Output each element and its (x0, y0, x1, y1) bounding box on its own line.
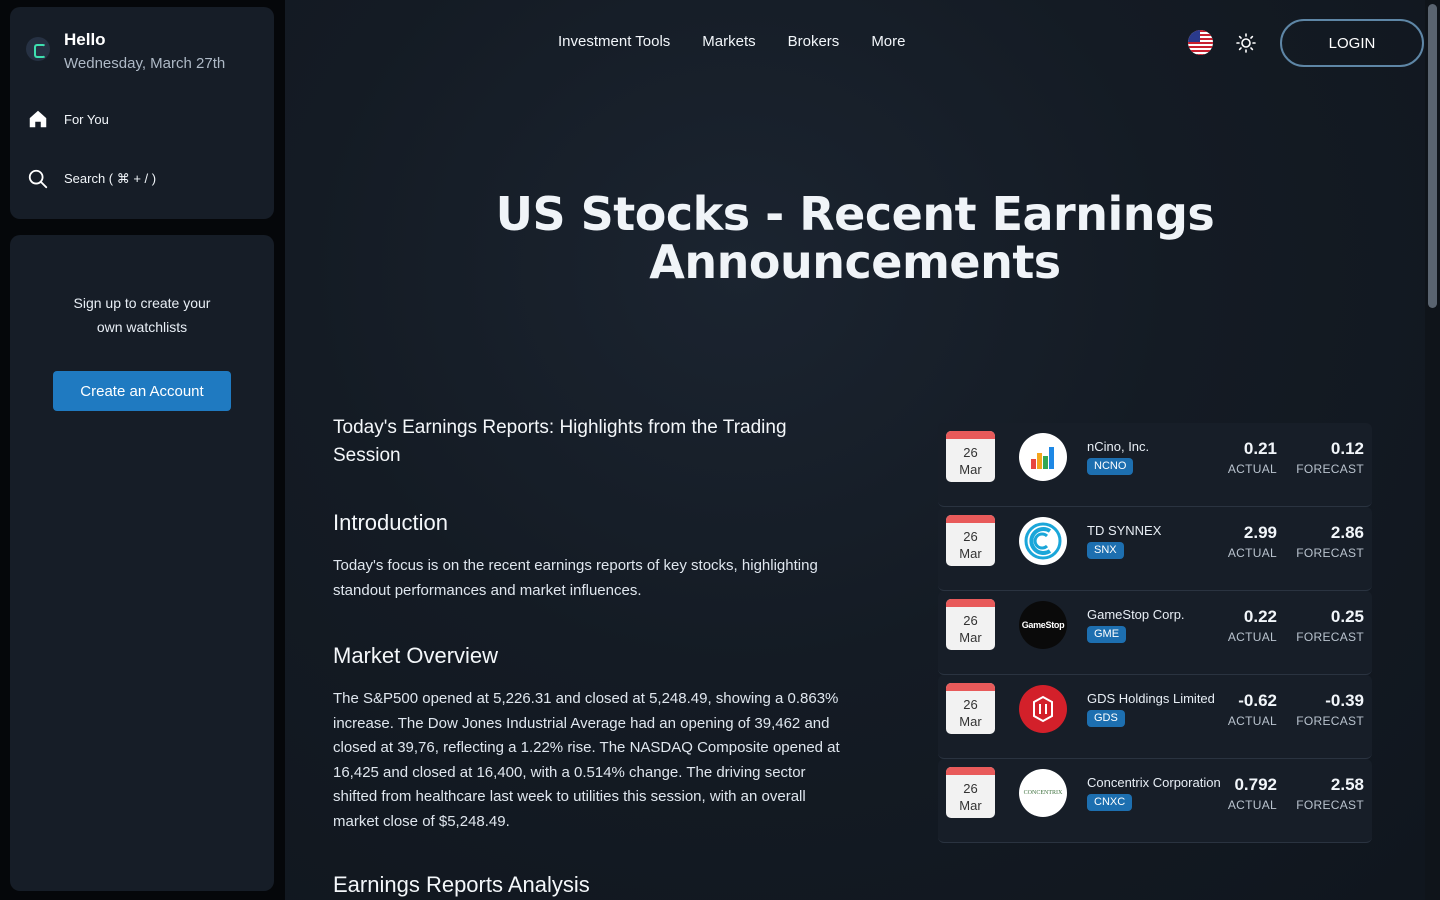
earnings-analysis-heading: Earnings Reports Analysis (333, 872, 590, 897)
forecast-label: FORECAST (1296, 462, 1364, 476)
greeting-text: Hello Wednesday, March 27th (64, 29, 225, 72)
forecast-label: FORECAST (1296, 546, 1364, 560)
sidebar-item-label: Search ( ⌘ + / ) (64, 171, 157, 186)
sidebar-item-for-you[interactable]: For You (26, 107, 109, 131)
app-logo-icon[interactable] (26, 37, 50, 61)
forecast-label: FORECAST (1296, 714, 1364, 728)
calendar-date: 26 Mar (946, 683, 995, 734)
login-button[interactable]: LOGIN (1280, 19, 1424, 67)
actual-value: 0.21 (1243, 439, 1277, 458)
actual-label: ACTUAL (1227, 546, 1277, 560)
ticker-badge: CNXC (1087, 794, 1133, 811)
menu-investment-tools[interactable]: Investment Tools (558, 33, 670, 50)
earnings-row[interactable]: 26 Mar TD SYNNEX SNX 2.99 2.86 ACTUAL FO… (938, 507, 1372, 591)
date-day: 26 (963, 613, 978, 628)
signup-prompt: Sign up to create your own watchlists (73, 295, 211, 335)
menu-brokers[interactable]: Brokers (788, 33, 840, 50)
greeting-card: Hello Wednesday, March 27th For You Sear… (10, 7, 274, 219)
date-day: 26 (963, 697, 978, 712)
date-day: 26 (963, 529, 978, 544)
ncino-logo (1019, 433, 1067, 481)
create-account-button[interactable]: Create an Account (53, 371, 231, 411)
article: Today's Earnings Reports: Highlights fro… (333, 414, 843, 898)
earnings-list: 26 Mar nCino, Inc. NCNO 0.21 0.12 ACTUAL… (938, 423, 1372, 843)
actual-label: ACTUAL (1227, 714, 1277, 728)
forecast-value: 2.58 (1330, 775, 1364, 794)
forecast-value: 0.12 (1330, 439, 1364, 458)
date-month: Mar (959, 546, 982, 561)
article-heading: Today's Earnings Reports: Highlights fro… (333, 417, 787, 466)
search-icon (26, 167, 50, 191)
date-month: Mar (959, 714, 982, 729)
greeting-title: Hello (64, 30, 106, 49)
top-navigation: Investment Tools Markets Brokers More LO… (285, 0, 1425, 86)
scrollbar-thumb[interactable] (1428, 4, 1437, 308)
gamestop-logo-text: GameStop (1021, 620, 1065, 630)
forecast-value: -0.39 (1325, 691, 1364, 710)
concentrix-logo: CONCENTRIX (1019, 769, 1067, 817)
company-name: nCino, Inc. (1087, 439, 1150, 454)
concentrix-logo-text: CONCENTRIX (1023, 790, 1063, 796)
actual-value: 2.99 (1243, 523, 1277, 542)
earnings-row[interactable]: 26 Mar GameStop GameStop Corp. GME 0.22 … (938, 591, 1372, 675)
theme-toggle-icon[interactable] (1235, 32, 1257, 54)
main-content: Investment Tools Markets Brokers More LO… (285, 0, 1425, 900)
gamestop-logo: GameStop (1019, 601, 1067, 649)
market-overview-heading: Market Overview (333, 643, 499, 668)
forecast-label: FORECAST (1296, 630, 1364, 644)
ticker-badge: GME (1087, 626, 1127, 643)
earnings-row[interactable]: 26 Mar CONCENTRIX Concentrix Corporation… (938, 759, 1372, 843)
earnings-row[interactable]: 26 Mar GDS Holdings Limited GDS -0.62 -0… (938, 675, 1372, 759)
date-month: Mar (959, 630, 982, 645)
actual-value: 0.792 (1234, 775, 1277, 794)
company-name: GDS Holdings Limited (1087, 691, 1215, 706)
forecast-value: 0.25 (1330, 607, 1364, 626)
forecast-label: FORECAST (1296, 798, 1364, 812)
actual-label: ACTUAL (1227, 798, 1277, 812)
ticker-badge: SNX (1087, 542, 1124, 559)
menu-markets[interactable]: Markets (702, 33, 755, 50)
introduction-text: Today's focus is on the recent earnings … (333, 557, 818, 599)
introduction-heading: Introduction (333, 510, 448, 535)
actual-label: ACTUAL (1227, 462, 1277, 476)
date-month: Mar (959, 462, 982, 477)
calendar-date: 26 Mar (946, 767, 995, 818)
main-menu: Investment Tools Markets Brokers More (558, 33, 906, 50)
sidebar-item-search[interactable]: Search ( ⌘ + / ) (26, 167, 156, 191)
calendar-date: 26 Mar (946, 599, 995, 650)
page-title: US Stocks - Recent Earnings Announcement… (495, 187, 1215, 289)
calendar-date: 26 Mar (946, 515, 995, 566)
date-day: 26 (963, 445, 978, 460)
actual-value: -0.62 (1238, 691, 1277, 710)
market-overview-text: The S&P500 opened at 5,226.31 and closed… (333, 690, 840, 830)
company-name: Concentrix Corporation (1087, 775, 1221, 790)
date-day: 26 (963, 781, 978, 796)
watchlist-card: Sign up to create your own watchlists Cr… (10, 235, 274, 891)
actual-label: ACTUAL (1227, 630, 1277, 644)
sidebar-item-label: For You (64, 111, 109, 127)
greeting-row: Hello Wednesday, March 27th (26, 29, 225, 72)
earnings-row[interactable]: 26 Mar nCino, Inc. NCNO 0.21 0.12 ACTUAL… (938, 423, 1372, 507)
home-icon (26, 107, 50, 131)
gds-logo (1019, 685, 1067, 733)
company-name: GameStop Corp. (1087, 607, 1185, 622)
ticker-badge: GDS (1087, 710, 1125, 727)
forecast-value: 2.86 (1330, 523, 1364, 542)
us-flag-icon[interactable] (1188, 30, 1213, 55)
date-month: Mar (959, 798, 982, 813)
greeting-date: Wednesday, March 27th (64, 55, 226, 72)
td-synnex-logo (1019, 517, 1067, 565)
actual-value: 0.22 (1243, 607, 1277, 626)
sidebar: Hello Wednesday, March 27th For You Sear… (0, 0, 285, 900)
ticker-badge: NCNO (1087, 458, 1134, 475)
calendar-date: 26 Mar (946, 431, 995, 482)
menu-more[interactable]: More (871, 33, 905, 50)
company-name: TD SYNNEX (1087, 523, 1162, 538)
